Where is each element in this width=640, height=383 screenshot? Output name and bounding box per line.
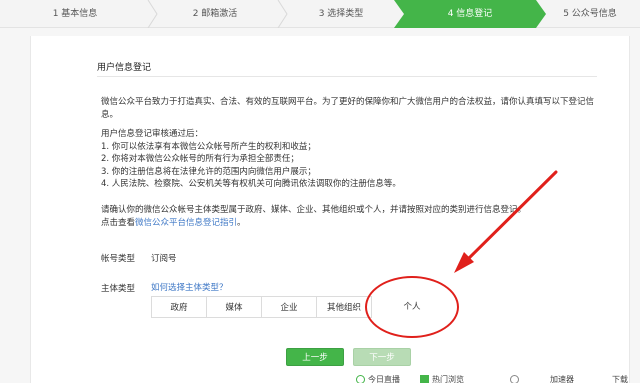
bottom-item-accelerator[interactable]: 加速器 [550, 374, 574, 383]
annotation-arrow [454, 170, 558, 273]
live-icon [356, 375, 365, 383]
accelerator-icon [510, 375, 519, 383]
bottom-item-download[interactable]: 下载 [612, 374, 628, 383]
browse-icon [420, 375, 429, 383]
bottom-item-live[interactable]: 今日直播 [368, 374, 400, 383]
bottom-item-browse[interactable]: 热门浏览 [432, 374, 464, 383]
